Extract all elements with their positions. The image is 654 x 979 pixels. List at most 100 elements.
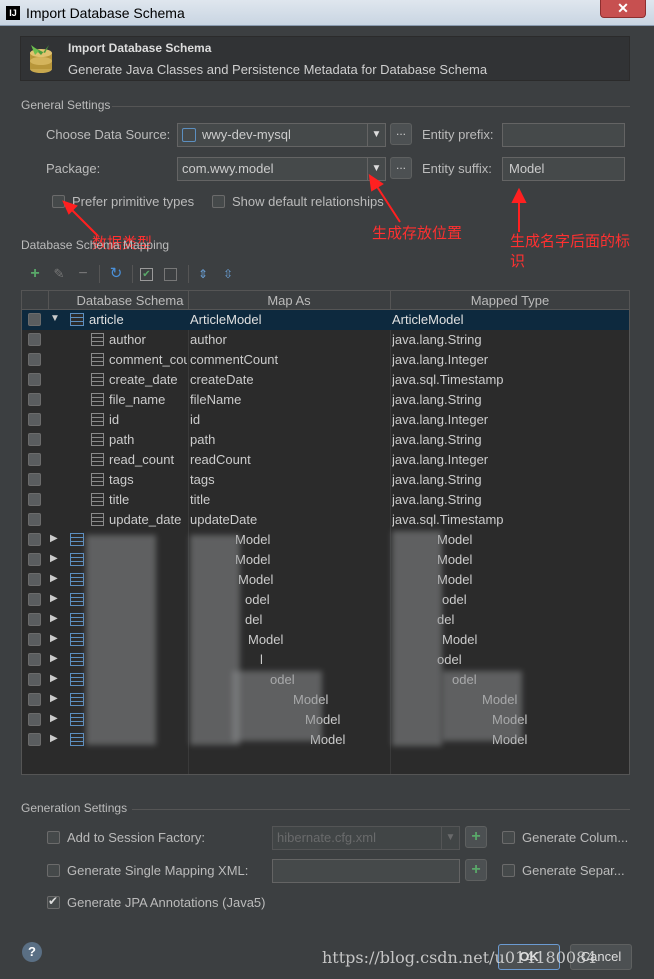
table-row[interactable]: file_name fileName java.lang.String xyxy=(22,390,629,410)
row-checkbox[interactable] xyxy=(28,313,41,326)
collapsed-arrow-icon[interactable]: ▶ xyxy=(50,653,58,664)
map-as[interactable]: del xyxy=(245,612,262,627)
generate-separate-label[interactable]: Generate Separ... xyxy=(522,863,625,878)
table-row-article[interactable]: ▼ article ArticleModel ArticleModel xyxy=(22,310,629,330)
refresh-icon[interactable]: ↻ xyxy=(108,266,124,282)
row-checkbox[interactable] xyxy=(28,493,41,506)
package-browse-button[interactable]: ... xyxy=(390,157,412,179)
map-as[interactable]: ArticleModel xyxy=(190,312,262,327)
map-as[interactable]: Model xyxy=(238,572,273,587)
mapped-type[interactable]: Model xyxy=(437,552,472,567)
row-checkbox[interactable] xyxy=(28,673,41,686)
table-row[interactable]: tags tags java.lang.String xyxy=(22,470,629,490)
collapsed-arrow-icon[interactable]: ▶ xyxy=(50,693,58,704)
chevron-down-icon[interactable]: ▼ xyxy=(367,158,385,180)
remove-icon[interactable]: − xyxy=(75,266,91,282)
show-default-rel-label[interactable]: Show default relationships xyxy=(232,194,384,209)
row-checkbox[interactable] xyxy=(28,733,41,746)
collapsed-arrow-icon[interactable]: ▶ xyxy=(50,733,58,744)
table-row[interactable]: read_count readCount java.lang.Integer xyxy=(22,450,629,470)
column-header-mapped-type[interactable]: Mapped Type xyxy=(390,293,629,308)
expand-all-icon[interactable]: ⇕ xyxy=(195,266,211,282)
row-checkbox[interactable] xyxy=(28,653,41,666)
select-all-icon[interactable]: ✔ xyxy=(140,268,153,281)
chevron-down-icon[interactable]: ▼ xyxy=(441,827,459,849)
collapsed-arrow-icon[interactable]: ▶ xyxy=(50,593,58,604)
mapped-type[interactable]: Model xyxy=(442,632,477,647)
map-as[interactable]: Model xyxy=(235,532,270,547)
entity-prefix-input[interactable] xyxy=(502,123,625,147)
mapped-type[interactable]: java.sql.Timestamp xyxy=(392,372,504,387)
map-as[interactable]: tags xyxy=(190,472,215,487)
row-checkbox[interactable] xyxy=(28,413,41,426)
mapped-type[interactable]: java.lang.String xyxy=(392,332,482,347)
map-as[interactable]: fileName xyxy=(190,392,241,407)
package-combo[interactable]: com.wwy.model ▼ xyxy=(177,157,386,181)
table-row[interactable]: title title java.lang.String xyxy=(22,490,629,510)
schema-mapping-table[interactable]: Database Schema Map As Mapped Type ▼ art… xyxy=(21,290,630,775)
row-checkbox[interactable] xyxy=(28,553,41,566)
collapsed-arrow-icon[interactable]: ▶ xyxy=(50,533,58,544)
collapsed-arrow-icon[interactable]: ▶ xyxy=(50,673,58,684)
row-checkbox[interactable] xyxy=(28,613,41,626)
map-as[interactable]: readCount xyxy=(190,452,251,467)
collapsed-arrow-icon[interactable]: ▶ xyxy=(50,633,58,644)
row-checkbox[interactable] xyxy=(28,373,41,386)
map-as[interactable]: l xyxy=(260,652,263,667)
prefer-primitive-label[interactable]: Prefer primitive types xyxy=(72,194,194,209)
expanded-arrow-icon[interactable]: ▼ xyxy=(50,313,60,324)
single-mapping-input[interactable] xyxy=(272,859,460,883)
map-as[interactable]: odel xyxy=(245,592,270,607)
edit-icon[interactable]: ✎ xyxy=(51,266,67,282)
session-factory-label[interactable]: Add to Session Factory: xyxy=(67,830,205,845)
single-mapping-checkbox[interactable] xyxy=(47,864,60,877)
close-button[interactable]: ✕ xyxy=(600,0,646,18)
collapsed-arrow-icon[interactable]: ▶ xyxy=(50,553,58,564)
table-row[interactable]: path path java.lang.String xyxy=(22,430,629,450)
show-default-rel-checkbox[interactable] xyxy=(212,195,225,208)
row-checkbox[interactable] xyxy=(28,353,41,366)
table-row[interactable]: create_date createDate java.sql.Timestamp xyxy=(22,370,629,390)
mapped-type[interactable]: java.sql.Timestamp xyxy=(392,512,504,527)
mapped-type[interactable]: java.lang.Integer xyxy=(392,352,488,367)
mapped-type[interactable]: java.lang.Integer xyxy=(392,412,488,427)
add-session-factory-button[interactable]: + xyxy=(465,826,487,848)
map-as[interactable]: Model xyxy=(235,552,270,567)
table-row[interactable]: author author java.lang.String xyxy=(22,330,629,350)
row-checkbox[interactable] xyxy=(28,713,41,726)
map-as[interactable]: title xyxy=(190,492,210,507)
data-source-browse-button[interactable]: ... xyxy=(390,123,412,145)
mapped-type[interactable]: java.lang.String xyxy=(392,472,482,487)
generate-columns-label[interactable]: Generate Colum... xyxy=(522,830,628,845)
table-row[interactable]: id id java.lang.Integer xyxy=(22,410,629,430)
collapsed-arrow-icon[interactable]: ▶ xyxy=(50,573,58,584)
collapsed-arrow-icon[interactable]: ▶ xyxy=(50,613,58,624)
map-as[interactable]: path xyxy=(190,432,215,447)
generate-columns-checkbox[interactable] xyxy=(502,831,515,844)
help-button[interactable]: ? xyxy=(22,942,42,962)
entity-suffix-input[interactable]: Model xyxy=(502,157,625,181)
row-checkbox[interactable] xyxy=(28,513,41,526)
data-source-combo[interactable]: wwy-dev-mysql ▼ xyxy=(177,123,386,147)
map-as[interactable]: updateDate xyxy=(190,512,257,527)
map-as[interactable]: author xyxy=(190,332,227,347)
unselect-all-icon[interactable] xyxy=(164,268,177,281)
mapped-type[interactable]: ArticleModel xyxy=(392,312,464,327)
mapped-type[interactable]: odel xyxy=(442,592,467,607)
row-checkbox[interactable] xyxy=(28,453,41,466)
jpa-annotations-label[interactable]: Generate JPA Annotations (Java5) xyxy=(67,895,266,910)
session-factory-checkbox[interactable] xyxy=(47,831,60,844)
mapped-type[interactable]: Model xyxy=(437,532,472,547)
mapped-type[interactable]: Model xyxy=(437,572,472,587)
mapped-type[interactable]: java.lang.String xyxy=(392,492,482,507)
table-row[interactable]: comment_cou commentCount java.lang.Integer xyxy=(22,350,629,370)
row-checkbox[interactable] xyxy=(28,433,41,446)
mapped-type[interactable]: java.lang.String xyxy=(392,432,482,447)
session-factory-combo[interactable]: hibernate.cfg.xml ▼ xyxy=(272,826,460,850)
row-checkbox[interactable] xyxy=(28,393,41,406)
generate-separate-checkbox[interactable] xyxy=(502,864,515,877)
row-checkbox[interactable] xyxy=(28,473,41,486)
collapsed-arrow-icon[interactable]: ▶ xyxy=(50,713,58,724)
column-header-map-as[interactable]: Map As xyxy=(188,293,390,308)
jpa-annotations-checkbox[interactable] xyxy=(47,894,60,909)
